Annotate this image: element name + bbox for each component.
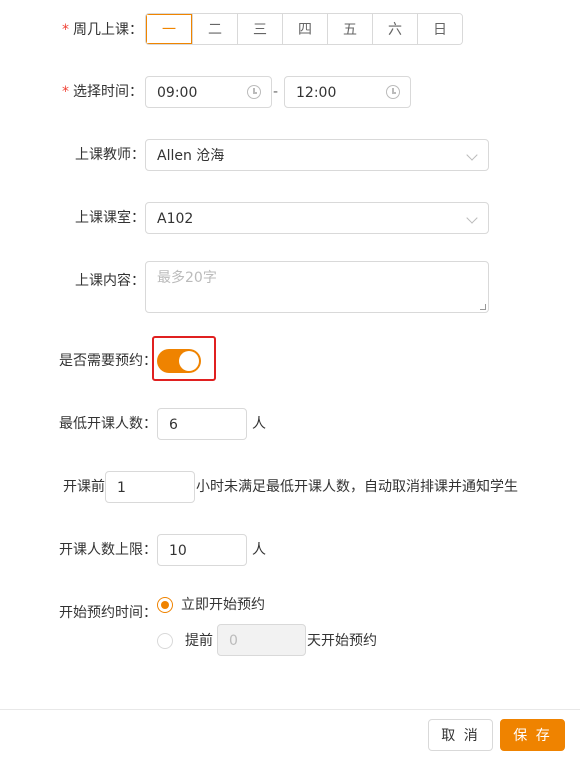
weekday-option-thu[interactable]: 四 xyxy=(282,14,327,44)
required-mark: * xyxy=(62,84,69,100)
weekday-option-mon[interactable]: 一 xyxy=(146,14,192,44)
weekday-option-sun[interactable]: 日 xyxy=(417,14,462,44)
reservation-toggle[interactable] xyxy=(157,349,201,373)
chevron-down-icon xyxy=(466,212,478,224)
max-students-value: 10 xyxy=(169,543,187,559)
auto-cancel-prefix: 开课前 xyxy=(63,479,105,495)
end-time-value: 12:00 xyxy=(296,85,337,101)
teacher-label: 上课教师： xyxy=(75,147,145,163)
required-mark: * xyxy=(62,22,69,38)
start-time-value: 09:00 xyxy=(157,85,198,101)
booking-advance-prefix: 提前 xyxy=(185,633,213,649)
time-label: * 选择时间： xyxy=(62,84,143,100)
teacher-select[interactable]: Allen 沧海 xyxy=(145,139,489,171)
min-students-unit: 人 xyxy=(252,416,266,432)
footer-divider xyxy=(0,709,580,710)
booking-now-radio[interactable] xyxy=(157,597,173,613)
max-students-input[interactable]: 10 xyxy=(157,534,247,566)
min-students-input[interactable]: 6 xyxy=(157,408,247,440)
cancel-button[interactable]: 取 消 xyxy=(428,719,493,751)
teacher-value: Allen 沧海 xyxy=(157,148,225,164)
content-placeholder: 最多20字 xyxy=(157,270,217,286)
booking-start-label: 开始预约时间： xyxy=(59,605,157,621)
time-separator: - xyxy=(273,84,279,100)
max-students-unit: 人 xyxy=(252,542,266,558)
auto-cancel-suffix: 小时未满足最低开课人数，自动取消排课并通知学生 xyxy=(196,479,518,495)
max-students-label: 开课人数上限： xyxy=(59,542,157,558)
weekday-option-wed[interactable]: 三 xyxy=(237,14,282,44)
min-students-value: 6 xyxy=(169,417,178,433)
booking-now-label[interactable]: 立即开始预约 xyxy=(181,595,265,615)
resize-handle[interactable] xyxy=(480,304,486,310)
weekday-selector: 一 二 三 四 五 六 日 xyxy=(145,13,463,45)
classroom-value: A102 xyxy=(157,211,194,227)
content-label: 上课内容： xyxy=(75,273,145,289)
weekday-option-fri[interactable]: 五 xyxy=(327,14,372,44)
booking-advance-radio[interactable] xyxy=(157,633,173,649)
classroom-select[interactable]: A102 xyxy=(145,202,489,234)
auto-cancel-hours-value: 1 xyxy=(117,480,126,496)
min-students-label: 最低开课人数： xyxy=(59,416,157,432)
clock-icon xyxy=(386,85,400,99)
content-textarea[interactable]: 最多20字 xyxy=(145,261,489,313)
end-time-picker[interactable]: 12:00 xyxy=(284,76,411,108)
booking-advance-days-input[interactable]: 0 xyxy=(217,624,306,656)
weekday-option-sat[interactable]: 六 xyxy=(372,14,417,44)
clock-icon xyxy=(247,85,261,99)
reservation-label: 是否需要预约： xyxy=(59,353,157,369)
start-time-picker[interactable]: 09:00 xyxy=(145,76,272,108)
weekday-option-tue[interactable]: 二 xyxy=(192,14,237,44)
chevron-down-icon xyxy=(466,149,478,161)
booking-advance-days-value: 0 xyxy=(229,633,238,649)
save-button[interactable]: 保 存 xyxy=(500,719,565,751)
toggle-knob xyxy=(179,351,199,371)
auto-cancel-hours-input[interactable]: 1 xyxy=(105,471,195,503)
classroom-label: 上课课室： xyxy=(75,210,145,226)
weekday-label: * 周几上课： xyxy=(62,22,143,38)
booking-advance-suffix: 天开始预约 xyxy=(307,633,377,649)
